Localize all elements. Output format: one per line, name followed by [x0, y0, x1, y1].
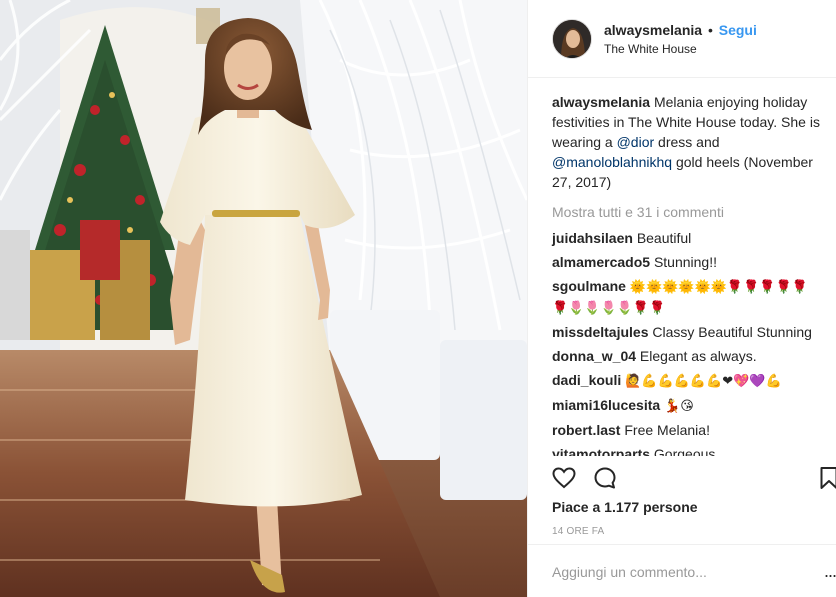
post-caption: alwaysmelania Melania enjoying holiday f… — [552, 92, 822, 192]
header-separator: • — [707, 21, 713, 38]
photo-illustration — [0, 0, 527, 597]
comment-item: miami16lucesita 💃😘 — [552, 396, 822, 417]
header-username[interactable]: alwaysmelania — [604, 22, 702, 38]
comment-username[interactable]: robert.last — [552, 422, 620, 438]
caption-username[interactable]: alwaysmelania — [552, 94, 650, 110]
comment-username[interactable]: almamercado5 — [552, 254, 650, 270]
post-timestamp: 14 ORE FA — [552, 526, 605, 537]
avatar-image — [553, 19, 591, 58]
more-dots-icon[interactable]: ... — [824, 561, 836, 582]
heart-icon[interactable] — [552, 466, 576, 490]
location-link[interactable]: The White House — [604, 41, 757, 57]
post-side-panel: alwaysmelania • Segui The White House al… — [527, 0, 836, 597]
comment-username[interactable]: donna_w_04 — [552, 348, 636, 364]
comment-username[interactable]: missdeltajules — [552, 324, 649, 340]
comment-text: Free Melania! — [624, 421, 710, 438]
comment-item: robert.last Free Melania! — [552, 421, 822, 441]
post-header: alwaysmelania • Segui The White House — [528, 0, 836, 78]
comment-username[interactable]: juidahsilaen — [552, 230, 633, 246]
comments-list[interactable]: alwaysmelania Melania enjoying holiday f… — [528, 79, 836, 456]
comment-text: Classy Beautiful Stunning — [652, 323, 812, 340]
follow-button[interactable]: Segui — [719, 22, 757, 38]
comment-username[interactable]: sgoulmane — [552, 278, 626, 294]
add-comment-bar: ... — [528, 544, 836, 597]
post-actions — [552, 466, 836, 490]
caption-text-2: dress and — [654, 134, 720, 150]
load-more-comments-button[interactable]: Mostra tutti e 31 i commenti — [552, 203, 822, 221]
likes-count[interactable]: Piace a 1.177 persone — [552, 499, 698, 515]
comment-text: 🙋💪💪💪💪💪❤💖💜💪 — [625, 373, 782, 389]
comment-username[interactable]: dadi_kouli — [552, 372, 621, 388]
bookmark-icon[interactable] — [817, 466, 836, 490]
comment-username[interactable]: yitamotorparts — [552, 446, 650, 457]
comment-item: dadi_kouli 🙋💪💪💪💪💪❤💖💜💪 — [552, 371, 822, 392]
instagram-post: alwaysmelania • Segui The White House al… — [0, 0, 836, 597]
mention-manoloblahnikhq[interactable]: @manoloblahnikhq — [552, 154, 672, 170]
comment-item: juidahsilaen Beautiful — [552, 229, 822, 249]
comment-item: almamercado5 Stunning!! — [552, 253, 822, 273]
comment-username[interactable]: miami16lucesita — [552, 397, 660, 413]
comment-item: yitamotorparts Gorgeous — [552, 445, 822, 457]
comment-text: Stunning!! — [653, 254, 718, 270]
comment-text: Elegant as always. — [639, 347, 757, 364]
comment-text: 💃😘 — [664, 398, 694, 414]
comment-text: Beautiful — [636, 230, 692, 246]
avatar[interactable] — [552, 18, 592, 59]
comment-item: sgoulmane 🌞🌞🌞🌞🌞🌞🌹🌹🌹🌹🌹🌹🌷🌷🌷🌷🌹🌹 — [552, 277, 822, 318]
speech-bubble-icon[interactable] — [593, 466, 617, 490]
comment-text: Gorgeous — [653, 445, 716, 457]
comment-item: missdeltajules Classy Beautiful Stunning — [552, 323, 822, 343]
comment-item: donna_w_04 Elegant as always. — [552, 347, 822, 367]
post-photo[interactable] — [0, 0, 527, 597]
mention-dior[interactable]: @dior — [617, 134, 655, 150]
comment-input[interactable] — [552, 564, 802, 580]
